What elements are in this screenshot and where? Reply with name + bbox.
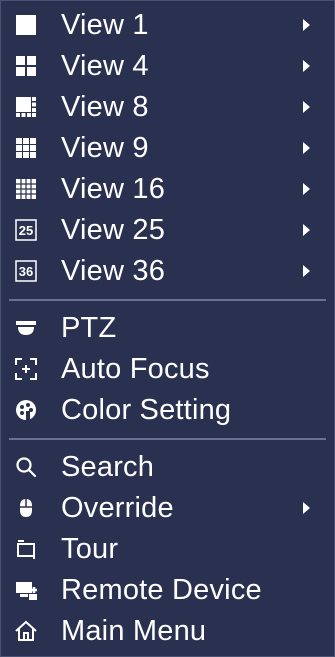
menu-item-remote-device[interactable]: Remote Device [1,570,334,610]
menu-item-label: Tour [61,532,119,565]
view-4-icon [13,53,39,79]
menu-item-label: View 4 [61,49,149,82]
menu-item-label: View 9 [61,131,149,164]
remote-device-icon [13,577,39,603]
view-25-icon: 25 [13,217,39,243]
color-palette-icon [13,397,39,423]
menu-item-view-8[interactable]: View 8 [1,87,334,127]
submenu-arrow-icon [303,224,310,236]
submenu-arrow-icon [303,101,310,113]
menu-item-tour[interactable]: Tour [1,529,334,569]
menu-item-label: Main Menu [61,614,207,647]
menu-separator [9,299,326,301]
submenu-arrow-icon [303,265,310,277]
menu-item-view-4[interactable]: View 4 [1,46,334,86]
menu-item-view-1[interactable]: View 1 [1,5,334,45]
context-menu: View 1 View 4 View 8 View 9 View 16 25 V… [0,0,335,657]
mouse-icon [13,495,39,521]
menu-item-label: Auto Focus [61,352,210,385]
menu-item-label: Color Setting [61,393,232,426]
menu-separator [9,438,326,440]
menu-item-label: Search [61,450,155,483]
menu-item-ptz[interactable]: PTZ [1,308,334,348]
auto-focus-icon [13,356,39,382]
menu-item-color-setting[interactable]: Color Setting [1,390,334,430]
menu-item-label: Remote Device [61,573,262,606]
home-icon [13,618,39,644]
menu-item-view-25[interactable]: 25 View 25 [1,210,334,250]
menu-item-label: View 8 [61,90,149,123]
submenu-arrow-icon [303,60,310,72]
menu-item-search[interactable]: Search [1,447,334,487]
menu-item-label: Override [61,491,174,524]
view-25-icon-text: 25 [19,223,33,238]
menu-item-view-16[interactable]: View 16 [1,169,334,209]
menu-item-view-36[interactable]: 36 View 36 [1,251,334,291]
ptz-camera-icon [13,315,39,341]
menu-item-override[interactable]: Override [1,488,334,528]
tour-loop-icon [13,536,39,562]
menu-item-auto-focus[interactable]: Auto Focus [1,349,334,389]
view-36-icon-text: 36 [19,264,33,279]
submenu-arrow-icon [303,183,310,195]
view-36-icon: 36 [13,258,39,284]
submenu-arrow-icon [303,502,310,514]
submenu-arrow-icon [303,19,310,31]
menu-item-label: View 16 [61,172,166,205]
menu-item-label: View 25 [61,213,166,246]
menu-item-main-menu[interactable]: Main Menu [1,611,334,651]
view-8-icon [13,94,39,120]
search-icon [13,454,39,480]
menu-item-view-9[interactable]: View 9 [1,128,334,168]
submenu-arrow-icon [303,142,310,154]
view-9-icon [13,135,39,161]
menu-item-label: View 36 [61,254,166,287]
view-16-icon [13,176,39,202]
menu-item-label: PTZ [61,311,117,344]
view-1-icon [13,12,39,38]
menu-item-label: View 1 [61,8,149,41]
